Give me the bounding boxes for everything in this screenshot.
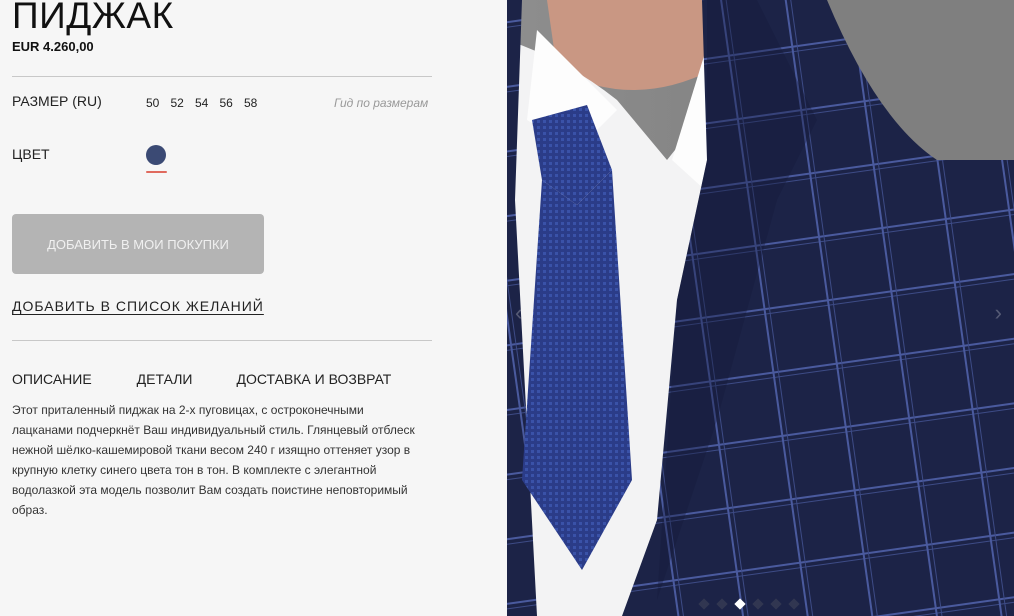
gallery-dot[interactable] bbox=[788, 598, 800, 610]
color-swatch-navy[interactable] bbox=[146, 145, 166, 165]
color-label: ЦВЕТ bbox=[12, 146, 50, 162]
size-label: РАЗМЕР (RU) bbox=[12, 93, 102, 109]
size-option-56[interactable]: 56 bbox=[220, 96, 245, 110]
divider bbox=[12, 76, 432, 77]
size-option-54[interactable]: 54 bbox=[195, 96, 220, 110]
add-to-wishlist-link[interactable]: ДОБАВИТЬ В СПИСОК ЖЕЛАНИЙ bbox=[12, 298, 264, 314]
gallery-dot[interactable] bbox=[770, 598, 782, 610]
product-price: EUR 4.260,00 bbox=[12, 39, 94, 54]
product-title: ПИДЖАК bbox=[12, 0, 174, 36]
product-description: Этот приталенный пиджак на 2-х пуговицах… bbox=[12, 403, 415, 517]
info-tabs: ОПИСАНИЕ ДЕТАЛИ ДОСТАВКА И ВОЗВРАТ bbox=[12, 371, 391, 387]
size-option-50[interactable]: 50 bbox=[146, 96, 171, 110]
divider bbox=[12, 340, 432, 341]
add-to-cart-button[interactable]: ДОБАВИТЬ В МОИ ПОКУПКИ bbox=[12, 214, 264, 274]
prev-image-arrow-icon[interactable]: ‹ bbox=[515, 300, 522, 326]
size-option-58[interactable]: 58 bbox=[244, 96, 269, 110]
next-image-arrow-icon[interactable]: › bbox=[995, 300, 1002, 326]
gallery-dot-active[interactable] bbox=[734, 598, 746, 610]
product-photo bbox=[507, 0, 1014, 616]
gallery-dot[interactable] bbox=[752, 598, 764, 610]
size-options: 50 52 54 56 58 bbox=[146, 96, 269, 110]
gallery-dots bbox=[698, 598, 800, 610]
product-image: ‹ › bbox=[507, 0, 1014, 616]
tab-description[interactable]: ОПИСАНИЕ bbox=[12, 371, 92, 387]
selected-color-indicator bbox=[146, 171, 167, 173]
size-option-52[interactable]: 52 bbox=[171, 96, 196, 110]
gallery-dot[interactable] bbox=[716, 598, 728, 610]
tab-delivery-returns[interactable]: ДОСТАВКА И ВОЗВРАТ bbox=[236, 371, 391, 387]
gallery-dot[interactable] bbox=[698, 598, 710, 610]
tab-details[interactable]: ДЕТАЛИ bbox=[137, 371, 193, 387]
product-info-panel: ПИДЖАК EUR 4.260,00 РАЗМЕР (RU) 50 52 54… bbox=[0, 0, 507, 616]
size-guide-link[interactable]: Гид по размерам bbox=[334, 96, 428, 110]
